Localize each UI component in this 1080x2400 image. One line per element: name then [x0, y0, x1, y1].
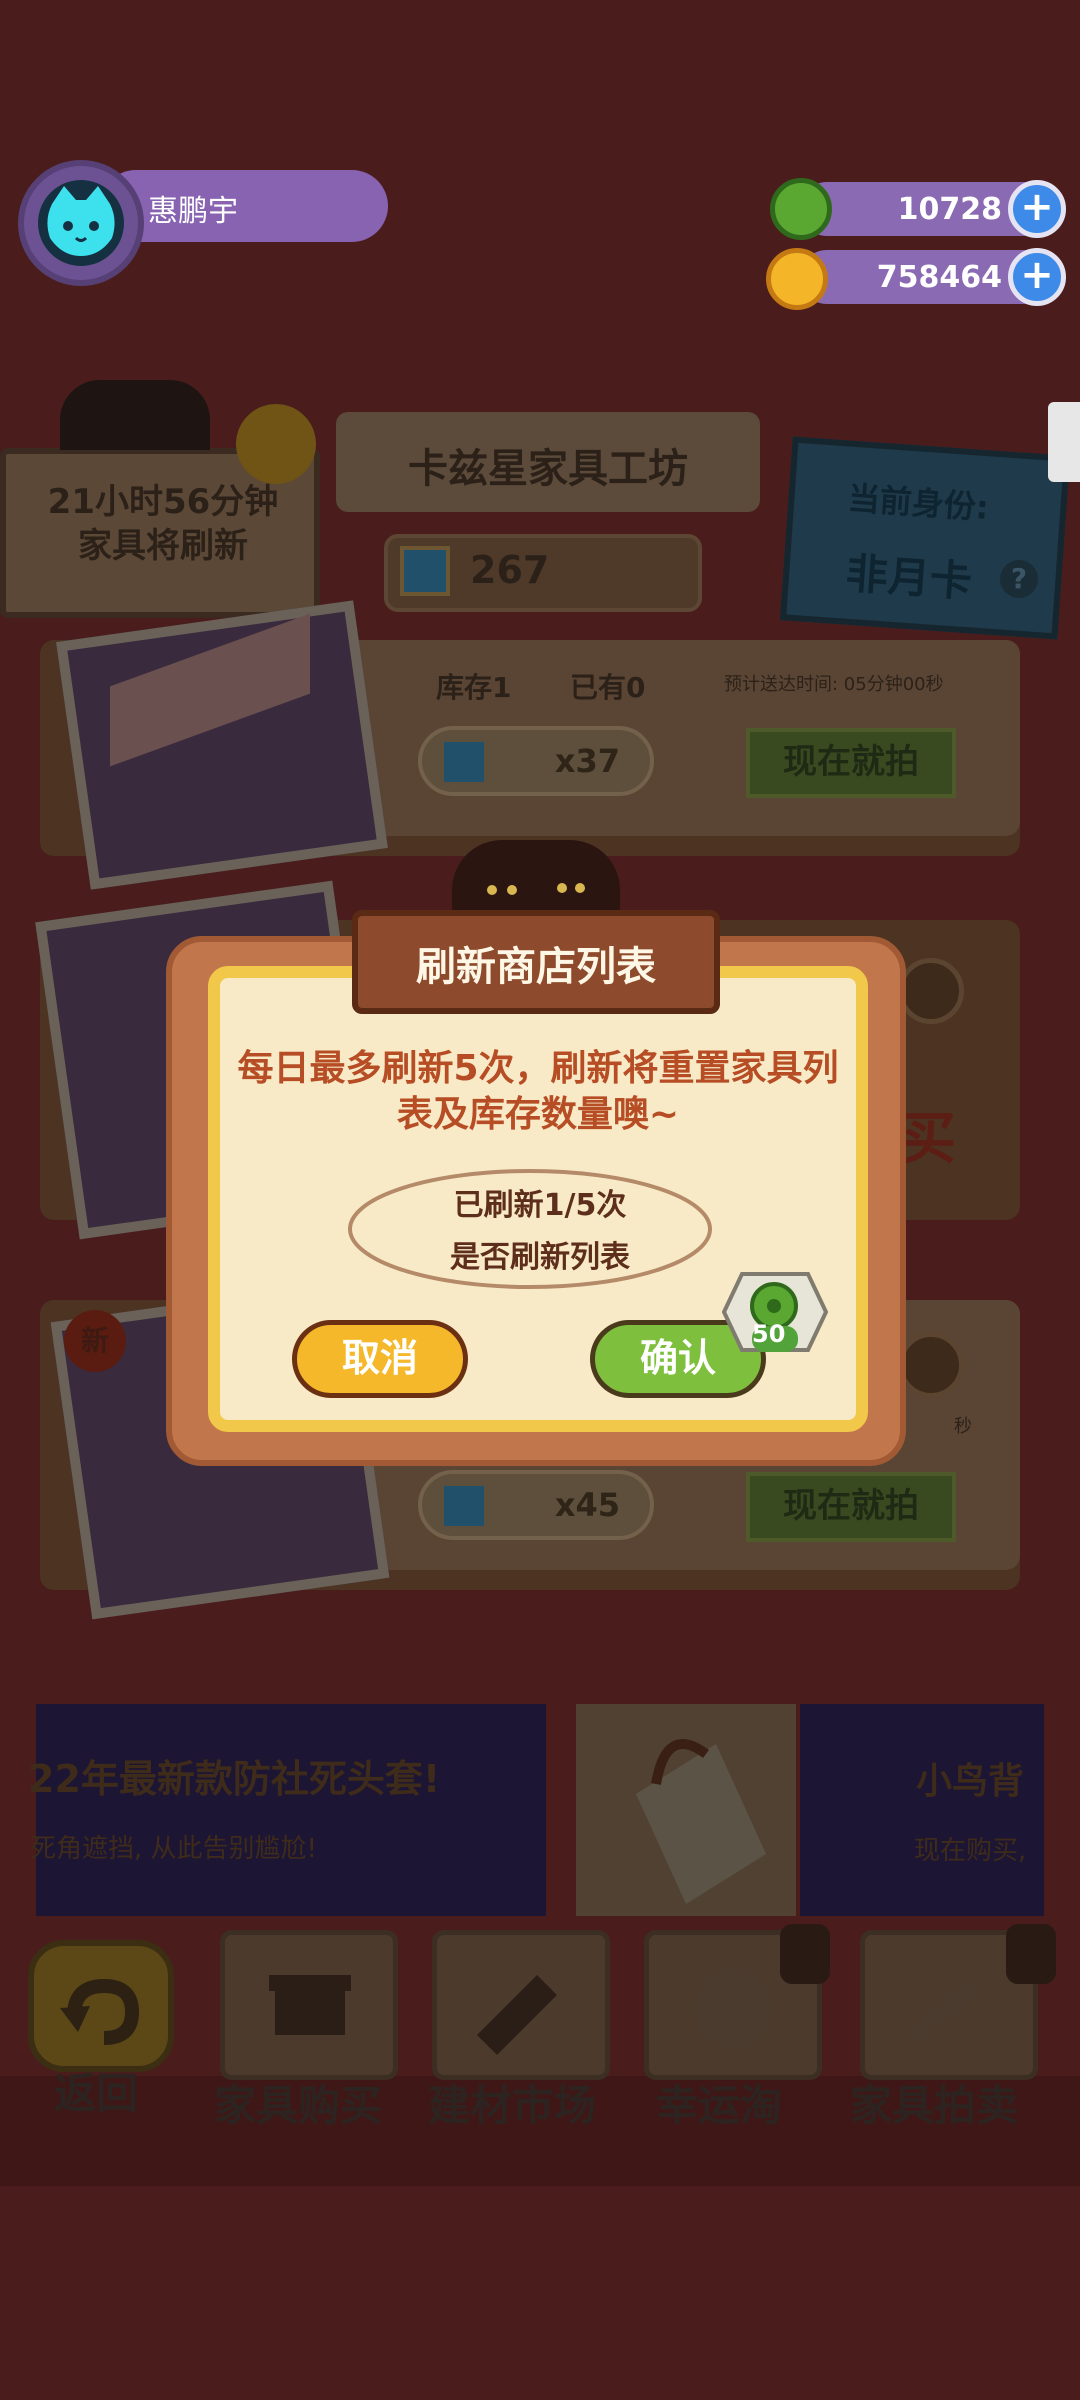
ticket-count: 267	[470, 548, 550, 592]
buy-label[interactable]: 买	[900, 1094, 956, 1175]
item-photo[interactable]	[56, 600, 388, 890]
green-currency-amount: 10728	[897, 192, 1002, 227]
furniture-auction-label[interactable]: 家具拍卖	[850, 2072, 1018, 2133]
shop-title: 卡兹星家具工坊	[408, 446, 688, 492]
clock-icon	[898, 1332, 964, 1398]
promo-left-title: 22年最新款防社死头套!	[28, 1757, 441, 1801]
promo-right-title: 小鸟背	[916, 1761, 1025, 1802]
refresh-cost-amount: 50	[752, 1320, 786, 1348]
dialog-title: 刷新商店列表	[416, 944, 656, 990]
cats-peeking-decoration	[452, 840, 620, 920]
ticket-icon	[444, 1486, 484, 1526]
add-green-currency-button[interactable]: +	[1008, 180, 1066, 238]
identity-label: 当前身份:	[846, 479, 990, 527]
promo-banner-left[interactable]	[36, 1704, 546, 1916]
clock-icon	[898, 958, 964, 1024]
promo-banner-right[interactable]	[800, 1704, 1044, 1916]
identity-card[interactable]	[779, 436, 1071, 640]
cat-avatar-icon	[47, 186, 115, 256]
ticket-icon	[400, 546, 450, 596]
bid-now-button[interactable]: 现在就拍	[746, 728, 956, 798]
bid-now-button[interactable]: 现在就拍	[746, 1472, 956, 1542]
refresh-status: 已刷新1/5次 是否刷新列表	[450, 1188, 630, 1275]
item-delivery: 预计送达时间: 05分钟00秒	[724, 674, 944, 695]
tote-bag-icon	[636, 1739, 766, 1904]
side-tab[interactable]	[1048, 402, 1080, 482]
promo-right-subtitle: 现在购买,	[914, 1836, 1027, 1866]
help-icon[interactable]: ?	[1000, 560, 1038, 598]
furniture-buy-tab[interactable]	[220, 1930, 398, 2080]
item-delivery: 秒	[954, 1416, 972, 1437]
undo-arrow-icon	[60, 1978, 140, 2045]
paint-brush-icon	[477, 1975, 557, 2055]
item-price: x45	[418, 1470, 654, 1540]
furniture-buy-label[interactable]: 家具购买	[214, 2072, 382, 2133]
item-owned: 已有0	[570, 671, 646, 704]
gift-box-icon	[269, 1975, 351, 2035]
ticket-icon	[444, 742, 484, 782]
item-price: x37	[418, 726, 654, 796]
promo-bag-image[interactable]	[576, 1704, 796, 1916]
cat-eyes-icon	[487, 883, 585, 895]
dialog-message: 每日最多刷新5次，刷新将重置家具列表及库存数量噢~	[237, 1048, 839, 1135]
back-button[interactable]	[28, 1940, 174, 2072]
lock-icon	[780, 1924, 830, 1984]
identity-value: 非月卡	[844, 548, 974, 607]
refresh-timer-text: 21小时56分钟 家具将刷新	[47, 482, 279, 566]
new-badge: 新	[64, 1310, 126, 1372]
cancel-button[interactable]: 取消	[292, 1320, 468, 1398]
promo-left-subtitle: 死角遮挡, 从此告别尴尬!	[30, 1834, 317, 1864]
back-label[interactable]: 返回	[54, 2060, 138, 2121]
building-market-tab[interactable]	[432, 1930, 610, 2080]
player-name: 惠鹏宇	[148, 194, 238, 229]
cat-ears-decoration	[60, 380, 210, 450]
add-gold-currency-button[interactable]: +	[1008, 248, 1066, 306]
lucky-label[interactable]: 幸运淘	[656, 2072, 782, 2133]
refresh-icon[interactable]	[236, 404, 316, 484]
item-stock: 库存1	[436, 671, 512, 704]
gold-currency-amount: 758464	[876, 260, 1002, 295]
avatar[interactable]	[38, 180, 124, 266]
building-market-label[interactable]: 建材市场	[428, 2072, 596, 2133]
lock-icon	[1006, 1924, 1056, 1984]
